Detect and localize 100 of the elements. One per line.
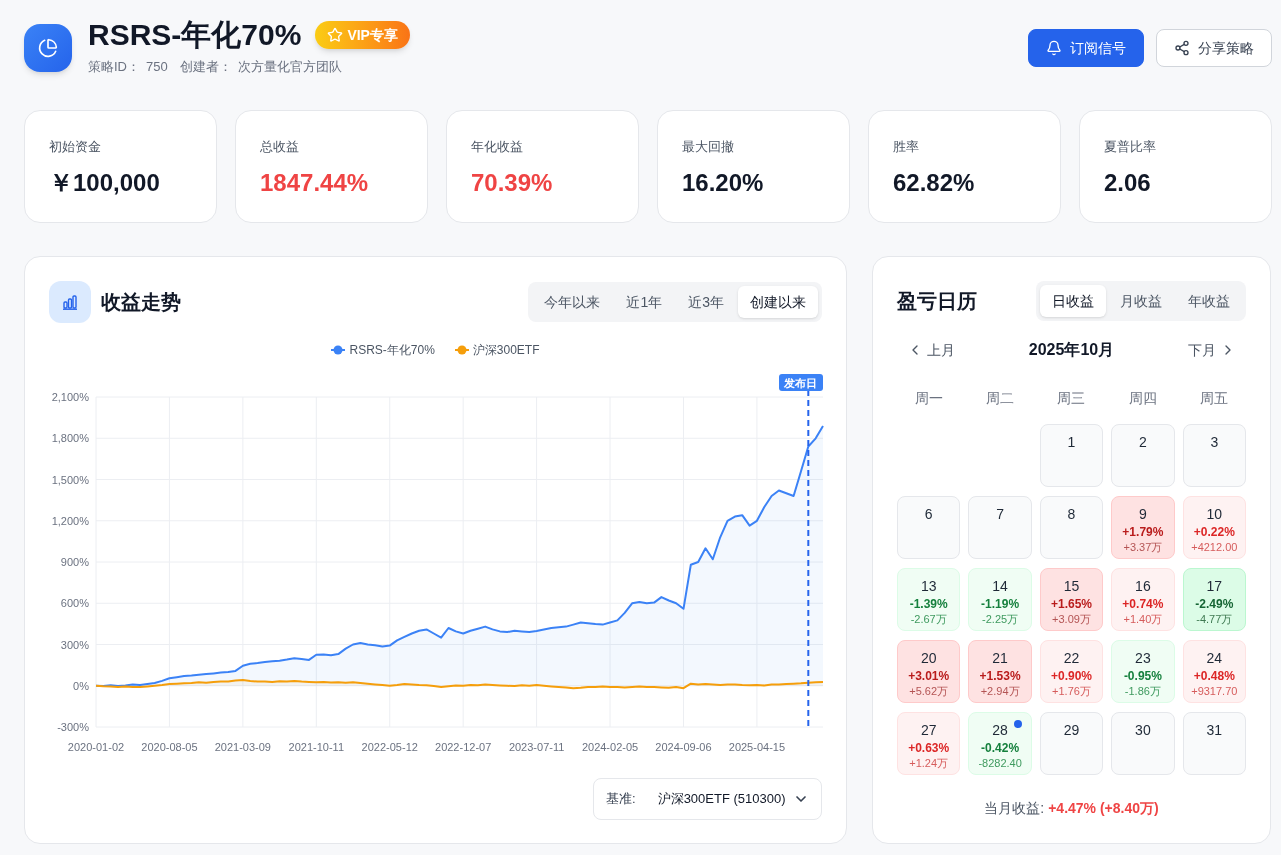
daily-return-text: +1.53%	[979, 668, 1021, 684]
range-tab[interactable]: 近1年	[614, 286, 675, 318]
day-number: 15	[1063, 577, 1080, 596]
next-month-button[interactable]: 下月	[1188, 340, 1236, 360]
meta-value: 750	[146, 58, 168, 76]
stat-label: 最大回撤	[682, 138, 735, 156]
section-title: 盈亏日历	[897, 289, 977, 314]
period-tab[interactable]: 月收益	[1108, 285, 1174, 317]
y-axis-label: 2,100%	[51, 391, 89, 403]
x-axis-label: 2021-03-09	[214, 741, 271, 753]
daily-return-text: +0.22%	[1193, 524, 1235, 540]
bell-icon	[1046, 40, 1062, 56]
vip-badge: VIP专享	[315, 21, 410, 49]
daily-return-text: +0.63%	[908, 740, 950, 756]
daily-return-text: +0.48%	[1193, 668, 1235, 684]
day-number: 24	[1206, 649, 1223, 668]
stat-value: 16.20%	[682, 168, 765, 198]
day-number: 16	[1135, 577, 1151, 596]
summary-label: 当月收益:	[984, 799, 1045, 818]
share-button[interactable]: 分享策略	[1156, 29, 1272, 67]
x-axis-label: 2022-05-12	[361, 741, 418, 753]
strategy-logo-icon	[24, 24, 72, 72]
daily-return-text: +3.01%	[908, 668, 950, 684]
x-axis-label: 2023-07-11	[508, 741, 565, 753]
stat-label: 总收益	[260, 138, 300, 156]
x-axis-label: 2024-09-06	[655, 741, 712, 753]
legend-label: RSRS-年化70%	[349, 342, 435, 358]
x-axis-label: 2022-12-07	[435, 741, 492, 753]
meta-label: 创建者：	[179, 58, 232, 76]
daily-profit-text: +4212.00	[1191, 540, 1238, 554]
y-axis-label: 600%	[60, 597, 89, 610]
daily-return-text: -1.19%	[981, 596, 1020, 612]
daily-return-text: +0.74%	[1122, 596, 1164, 612]
daily-return-text: -2.49%	[1195, 596, 1234, 612]
y-axis-label: -300%	[57, 721, 89, 733]
section-title: 收益走势	[101, 290, 181, 315]
day-number: 29	[1063, 721, 1080, 740]
day-number: 1	[1067, 433, 1076, 452]
y-axis-label: 300%	[60, 638, 89, 651]
bar-chart-icon	[49, 281, 91, 323]
day-number: 14	[992, 577, 1008, 596]
benchmark-value: 沪深300ETF (510300)	[657, 790, 786, 809]
legend-label: 沪深300ETF	[472, 342, 540, 358]
meta-value: 次方量化官方团队	[237, 58, 342, 76]
x-axis-label: 2025-04-15	[728, 741, 786, 753]
prev-month-button[interactable]: 上月	[907, 340, 955, 360]
subscribe-button[interactable]: 订阅信号	[1028, 29, 1144, 67]
weekday-label: 周五	[1199, 389, 1230, 408]
weekday-label: 周一	[913, 389, 944, 408]
daily-profit-text: -1.86万	[1124, 684, 1161, 698]
day-number: 27	[920, 721, 937, 740]
range-tab[interactable]: 近3年	[676, 286, 736, 318]
stat-value: 1847.44%	[260, 168, 370, 198]
day-number: 17	[1206, 577, 1223, 596]
day-number: 31	[1206, 721, 1223, 740]
day-number: 2	[1139, 433, 1147, 452]
day-number: 7	[996, 505, 1004, 524]
day-number: 6	[924, 505, 933, 524]
day-number: 8	[1067, 505, 1076, 524]
day-number: 22	[1063, 649, 1080, 668]
stat-label: 胜率	[893, 138, 920, 156]
x-axis-label: 2021-10-11	[288, 741, 345, 753]
meta-label: 策略ID：	[88, 58, 140, 76]
daily-profit-text: -4.77万	[1196, 612, 1233, 626]
daily-profit-text: +3.37万	[1123, 540, 1163, 554]
stat-value: 70.39%	[471, 168, 554, 198]
day-number: 9	[1139, 505, 1147, 524]
daily-return-text: -0.42%	[981, 740, 1020, 756]
stat-value: 2.06	[1104, 168, 1152, 198]
y-axis-label: 1,200%	[51, 514, 89, 527]
weekday-label: 周三	[1056, 389, 1087, 408]
x-axis-label: 2020-01-02	[67, 741, 125, 753]
stat-label: 夏普比率	[1104, 138, 1157, 156]
release-date-tag: 发布日	[779, 374, 823, 391]
daily-profit-text: -2.67万	[910, 612, 947, 626]
range-tab[interactable]: 今年以来	[532, 286, 613, 318]
strategy-title: RSRS-年化70%	[88, 19, 302, 51]
benchmark-label: 基准:	[606, 790, 636, 809]
summary-value: +4.47% (+8.40万)	[1048, 799, 1159, 818]
period-tab[interactable]: 年收益	[1176, 285, 1242, 317]
daily-return-text: +1.65%	[1050, 596, 1092, 612]
month-title: 2025年10月	[1028, 340, 1115, 360]
share-icon	[1174, 40, 1190, 56]
daily-profit-text: +9317.70	[1191, 684, 1238, 698]
stat-value: 62.82%	[893, 168, 976, 198]
star-icon	[327, 27, 344, 43]
stat-label: 年化收益	[471, 138, 524, 156]
y-axis-label: 1,500%	[51, 473, 89, 486]
day-number: 20	[920, 649, 937, 668]
range-tab[interactable]: 创建以来	[738, 286, 818, 318]
daily-profit-text: +2.94万	[980, 684, 1020, 698]
daily-return-text: +0.90%	[1050, 668, 1092, 684]
daily-return-text: +1.79%	[1122, 524, 1164, 540]
day-number: 23	[1135, 649, 1151, 668]
daily-profit-text: +5.62万	[909, 684, 949, 698]
day-number: 13	[920, 577, 937, 596]
daily-profit-text: +3.09万	[1052, 612, 1091, 626]
y-axis-label: 1,800%	[51, 432, 89, 445]
benchmark-select[interactable]: 基准: 沪深300ETF (510300)	[593, 778, 822, 820]
period-tab[interactable]: 日收益	[1040, 285, 1106, 317]
